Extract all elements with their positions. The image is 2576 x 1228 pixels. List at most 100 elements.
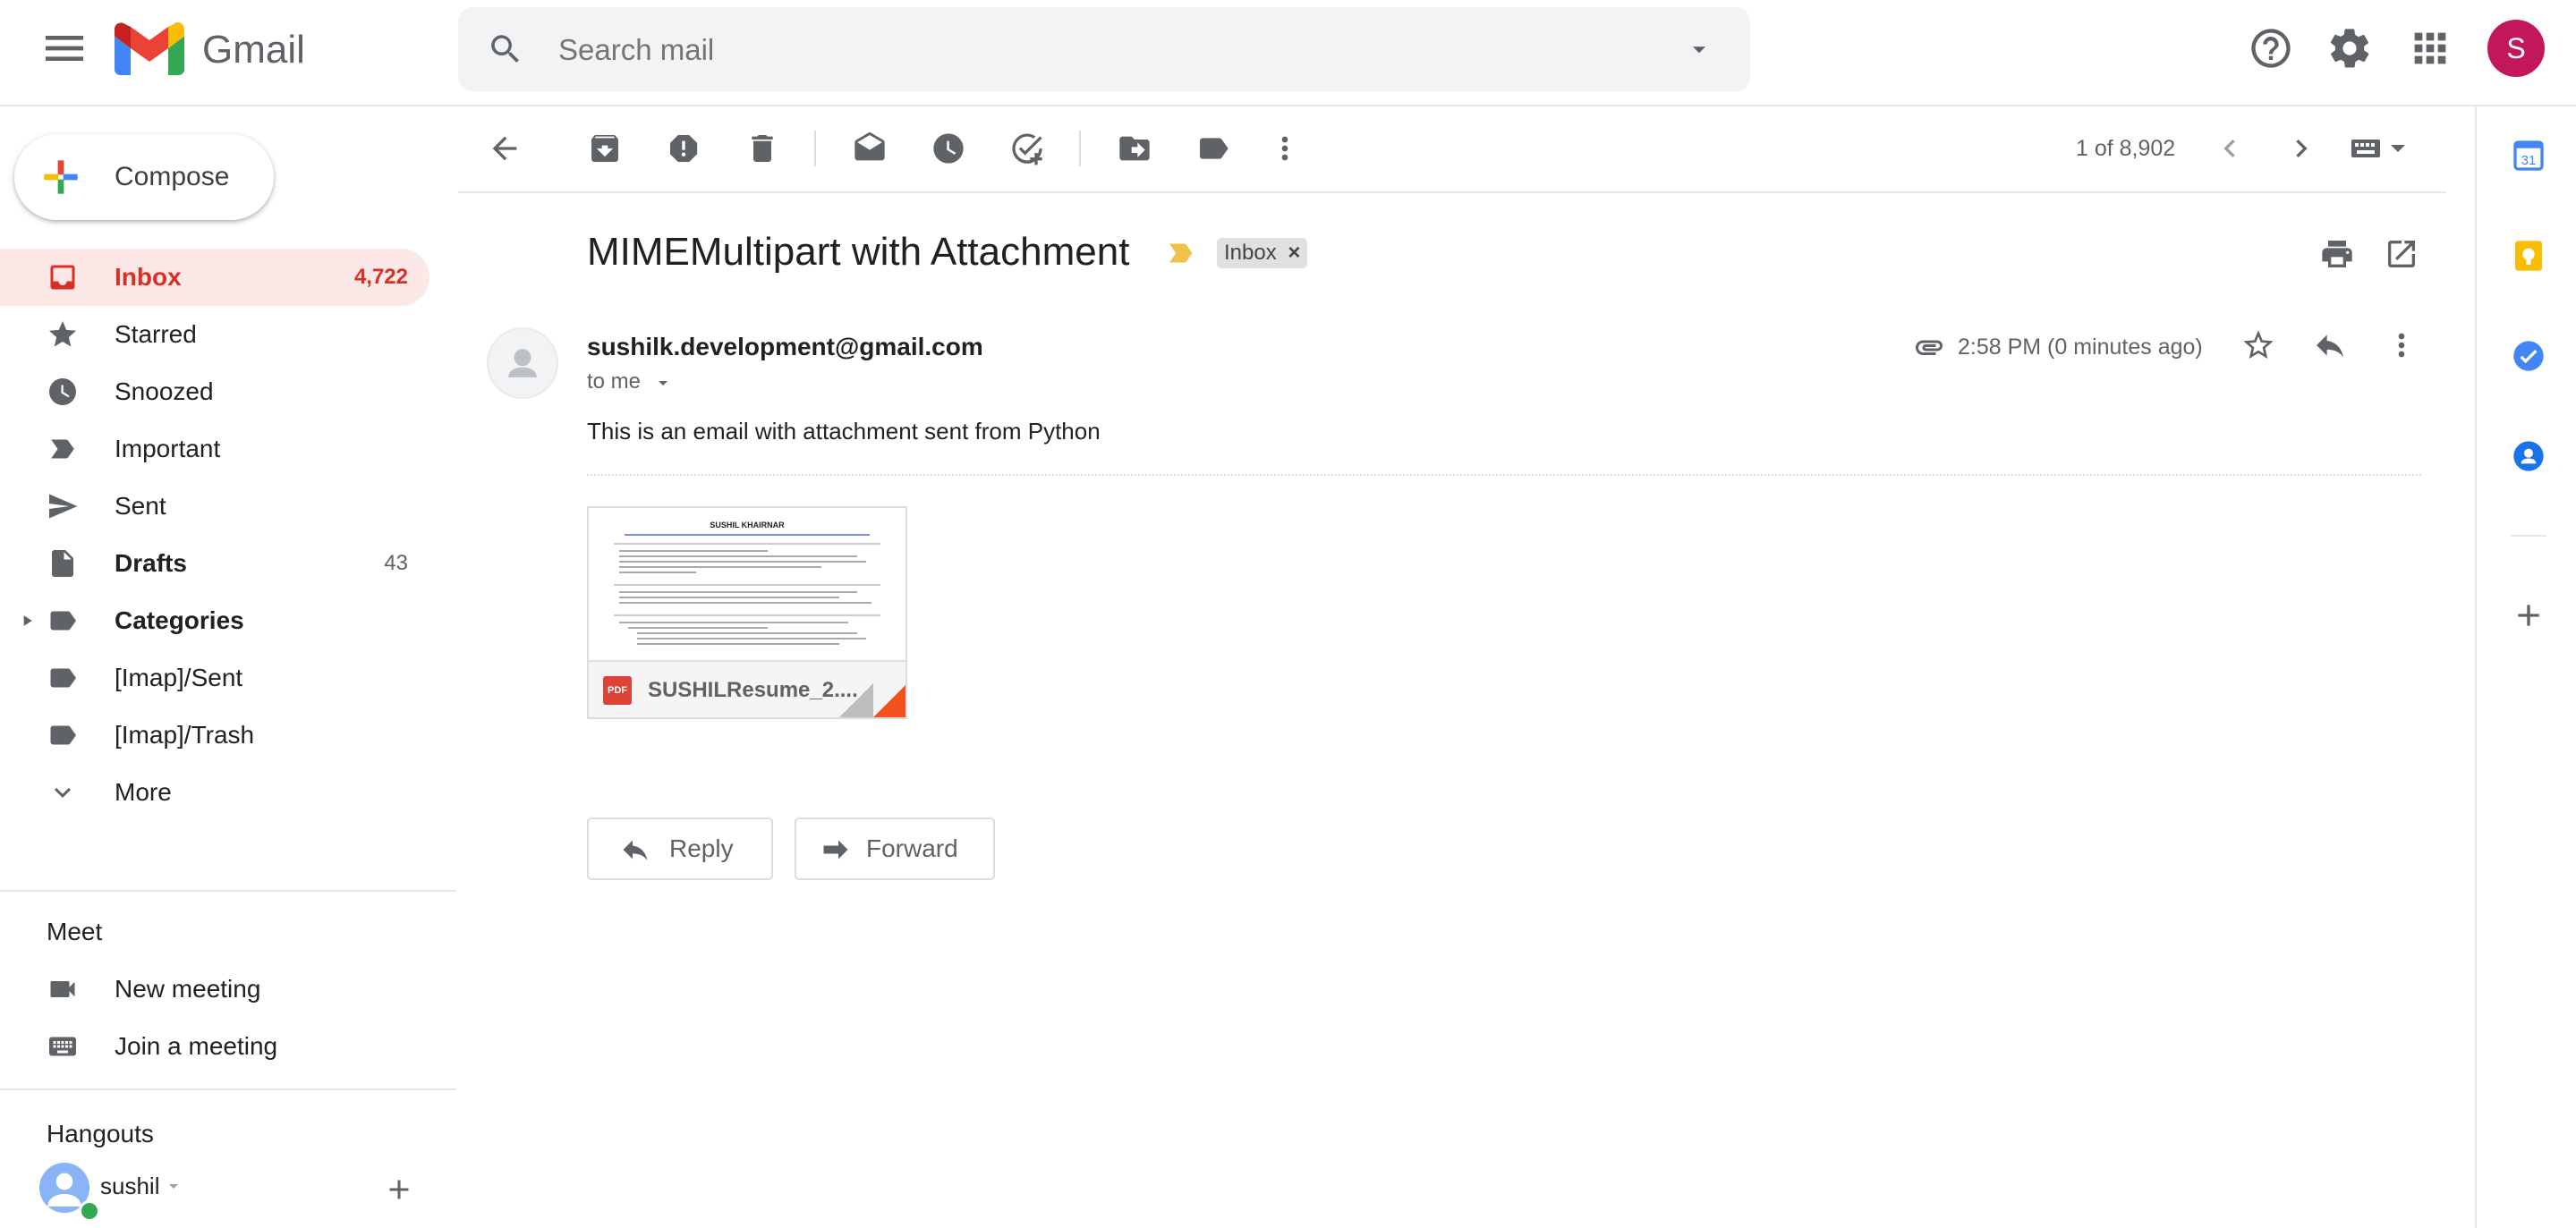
- sidebar-item-imap-trash[interactable]: [Imap]/Trash: [0, 707, 429, 764]
- sidebar-item-important[interactable]: Important: [0, 420, 429, 478]
- contacts-icon: [2513, 441, 2544, 471]
- new-conversation-button[interactable]: [383, 1173, 415, 1206]
- unread-count: 4,722: [353, 265, 408, 289]
- sidebar-item-more[interactable]: More: [0, 764, 429, 821]
- sidebar-item-imap-sent[interactable]: [Imap]/Sent: [0, 649, 429, 707]
- sender-email[interactable]: sushilk.development@gmail.com: [587, 331, 983, 363]
- message-more-button[interactable]: [2384, 327, 2419, 363]
- clock-icon: [933, 133, 964, 164]
- recipient-label: to me: [587, 369, 642, 394]
- caret-down-icon: [1692, 47, 1706, 54]
- print-all-button[interactable]: [2319, 236, 2355, 272]
- gear-icon: [2330, 29, 2369, 68]
- sidebar-item-starred[interactable]: Starred: [0, 306, 429, 363]
- compose-plus-icon: [39, 156, 82, 199]
- label-icon: [47, 605, 79, 637]
- keep-addon[interactable]: [2511, 238, 2546, 274]
- important-icon: [47, 433, 79, 465]
- label-chip-text: Inbox: [1224, 241, 1277, 265]
- attachment-card[interactable]: SUSHIL KHAIRNAR PDF SUSHILResume_2....: [587, 506, 907, 719]
- label-icon: [47, 719, 79, 751]
- app-title: Gmail: [202, 28, 305, 72]
- reply-icon-button[interactable]: [2312, 327, 2348, 363]
- star-button[interactable]: [2240, 327, 2276, 363]
- move-to-button[interactable]: [1117, 131, 1152, 166]
- chevron-down-icon: [47, 776, 79, 809]
- forward-icon: [823, 840, 848, 860]
- important-marker-icon[interactable]: [1167, 240, 1199, 267]
- reply-button[interactable]: Reply: [587, 817, 773, 880]
- newer-button[interactable]: [2212, 131, 2248, 166]
- arrow-back-icon: [492, 136, 517, 161]
- meet-new-meeting[interactable]: New meeting: [0, 961, 429, 1018]
- meet-join-meeting[interactable]: Join a meeting: [0, 1018, 429, 1075]
- plus-icon: [2518, 605, 2539, 626]
- sidebar-item-label: Snoozed: [115, 377, 214, 405]
- sidebar-item-inbox[interactable]: Inbox 4,722: [0, 249, 429, 306]
- more-actions-button[interactable]: [1267, 131, 1303, 166]
- get-addons-button[interactable]: [2511, 597, 2546, 633]
- calendar-addon[interactable]: 31: [2511, 138, 2546, 174]
- gmail-logo[interactable]: [115, 21, 184, 75]
- support-button[interactable]: [2248, 25, 2294, 72]
- sidebar-item-drafts[interactable]: Drafts 43: [0, 535, 429, 592]
- archive-button[interactable]: [587, 131, 623, 166]
- add-task-icon: [1012, 133, 1042, 165]
- video-icon: [47, 973, 79, 1005]
- hangouts-status-dropdown[interactable]: [163, 1175, 184, 1197]
- hamburger-menu-icon: [46, 36, 83, 61]
- label-chip-inbox[interactable]: Inbox ×: [1217, 238, 1308, 268]
- email-subject: MIMEMultipart with Attachment: [587, 230, 1130, 274]
- star-icon: [47, 318, 79, 351]
- search-bar[interactable]: [458, 7, 1750, 93]
- report-spam-button[interactable]: [666, 131, 701, 166]
- recipient-info[interactable]: to me: [587, 367, 674, 397]
- apps-button[interactable]: [2407, 25, 2453, 72]
- sidebar-item-snoozed[interactable]: Snoozed: [0, 363, 429, 420]
- chevron-left-icon: [2223, 140, 2235, 157]
- compose-button[interactable]: Compose: [14, 134, 274, 220]
- search-icon[interactable]: [487, 30, 524, 68]
- caret-down-icon: [169, 1184, 178, 1189]
- account-avatar[interactable]: S: [2487, 20, 2545, 77]
- settings-button[interactable]: [2326, 25, 2373, 72]
- side-panel-divider: [2511, 535, 2546, 537]
- older-button[interactable]: [2283, 131, 2319, 166]
- add-to-tasks-button[interactable]: [1009, 131, 1045, 166]
- message-timestamp: 2:58 PM (0 minutes ago): [1958, 335, 2203, 360]
- move-to-icon: [1119, 136, 1150, 161]
- calendar-icon: 31: [2513, 140, 2544, 171]
- mark-unread-icon: [854, 131, 885, 161]
- hangouts-user-name[interactable]: sushil: [100, 1170, 159, 1202]
- clock-icon: [47, 376, 79, 408]
- caret-down-icon: [658, 380, 667, 385]
- draft-icon: [47, 547, 79, 580]
- attachment-clip-icon: [1911, 331, 1947, 363]
- search-input[interactable]: [557, 7, 1634, 93]
- toolbar-divider: [458, 191, 2446, 193]
- contacts-addon[interactable]: [2511, 438, 2546, 474]
- plus-icon: [389, 1180, 409, 1199]
- sidebar-item-categories[interactable]: Categories: [0, 592, 429, 649]
- sidebar-item-label: More: [115, 778, 172, 806]
- mark-unread-button[interactable]: [852, 131, 888, 166]
- delete-button[interactable]: [744, 131, 780, 166]
- tasks-addon[interactable]: [2511, 338, 2546, 374]
- main-menu-button[interactable]: [39, 23, 89, 73]
- sidebar-divider: [0, 1088, 456, 1090]
- remove-label-icon[interactable]: ×: [1288, 241, 1300, 265]
- body-separator: [587, 474, 2421, 476]
- open-new-window-button[interactable]: [2384, 236, 2419, 272]
- labels-button[interactable]: [1195, 131, 1231, 166]
- sender-avatar[interactable]: [487, 327, 558, 399]
- sidebar-item-sent[interactable]: Sent: [0, 478, 429, 535]
- back-button[interactable]: [487, 131, 523, 166]
- expand-arrow-icon[interactable]: [18, 612, 36, 630]
- snooze-button[interactable]: [931, 131, 966, 166]
- search-options-dropdown[interactable]: [1684, 34, 1714, 64]
- keyboard-icon: [2351, 140, 2405, 157]
- input-tools-button[interactable]: [2348, 131, 2412, 166]
- toolbar-separator: [814, 131, 816, 166]
- forward-button[interactable]: Forward: [795, 817, 995, 880]
- reply-label: Reply: [669, 834, 734, 862]
